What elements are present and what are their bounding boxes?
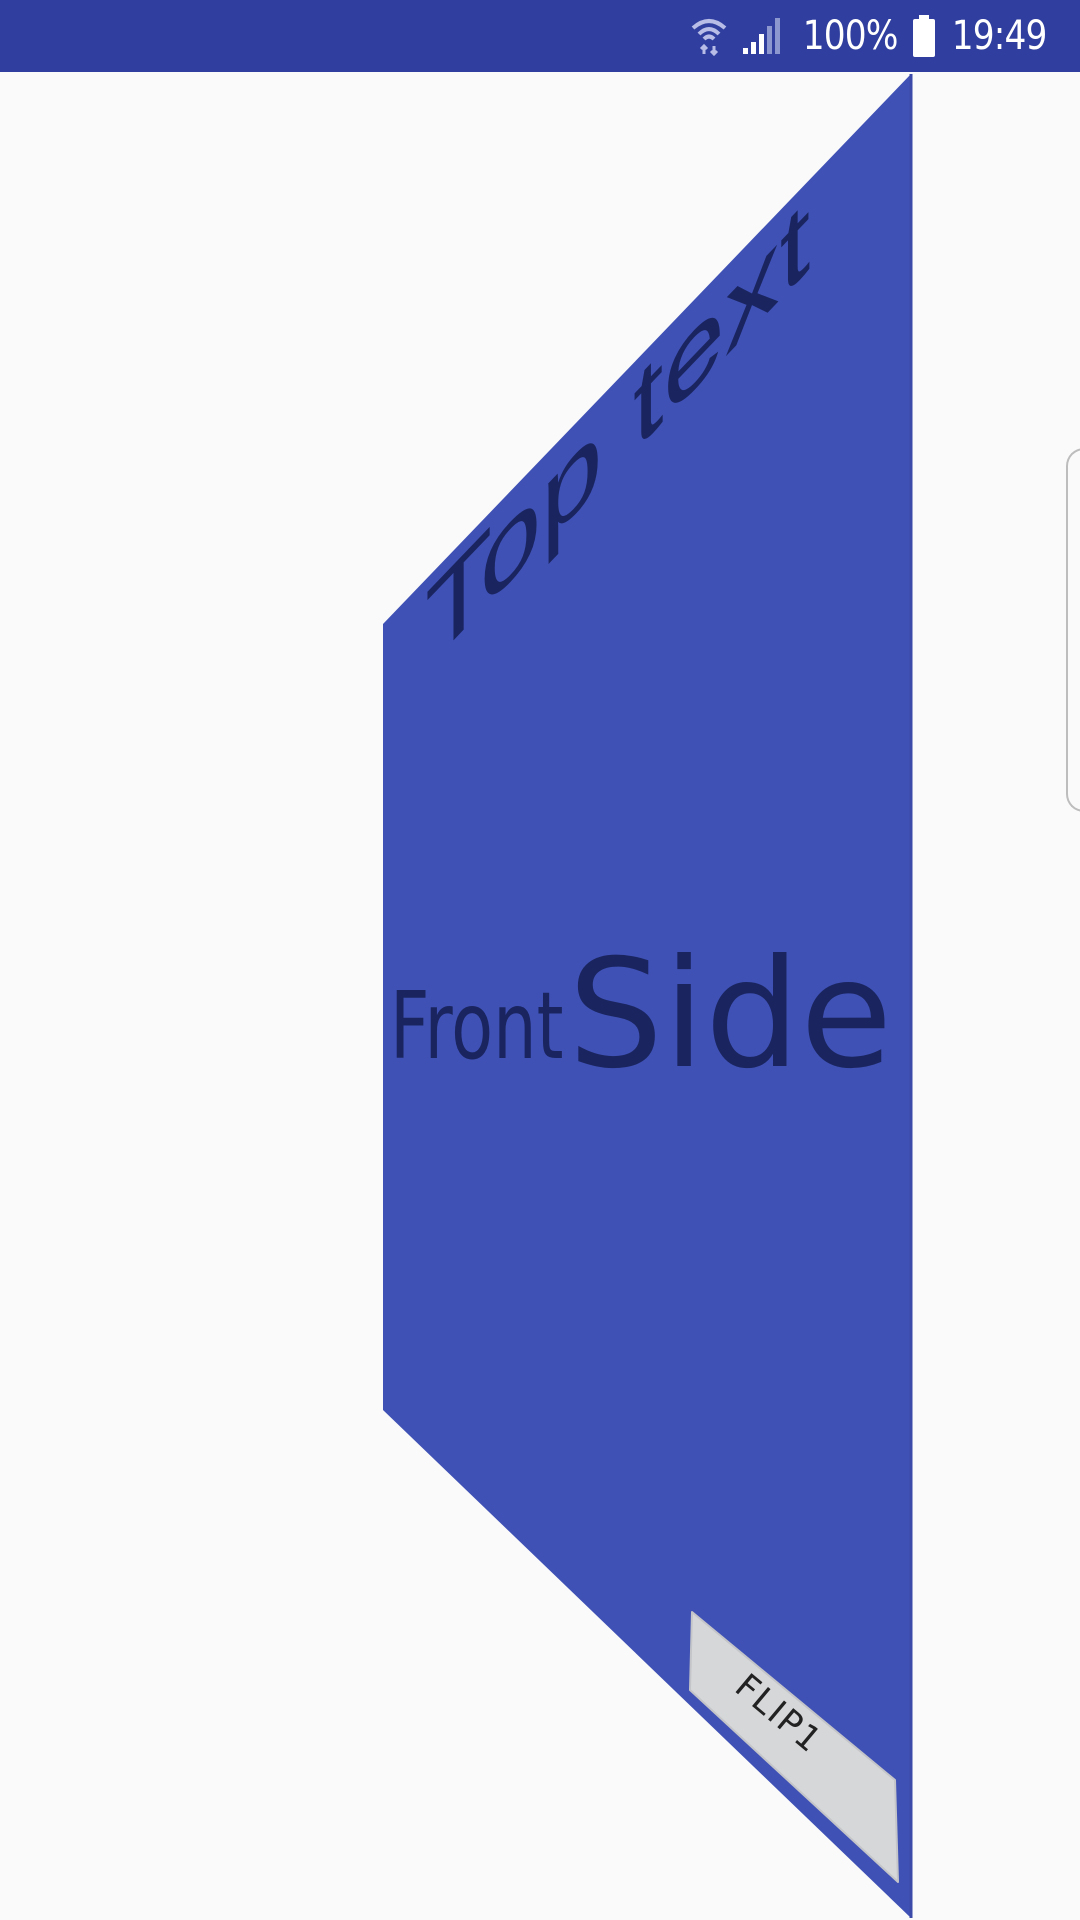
side-text-word: Side [568,928,892,1102]
flip-card-scene: Top text Front Side FLIP1 [383,74,913,1918]
front-text-word: Front [390,973,564,1081]
